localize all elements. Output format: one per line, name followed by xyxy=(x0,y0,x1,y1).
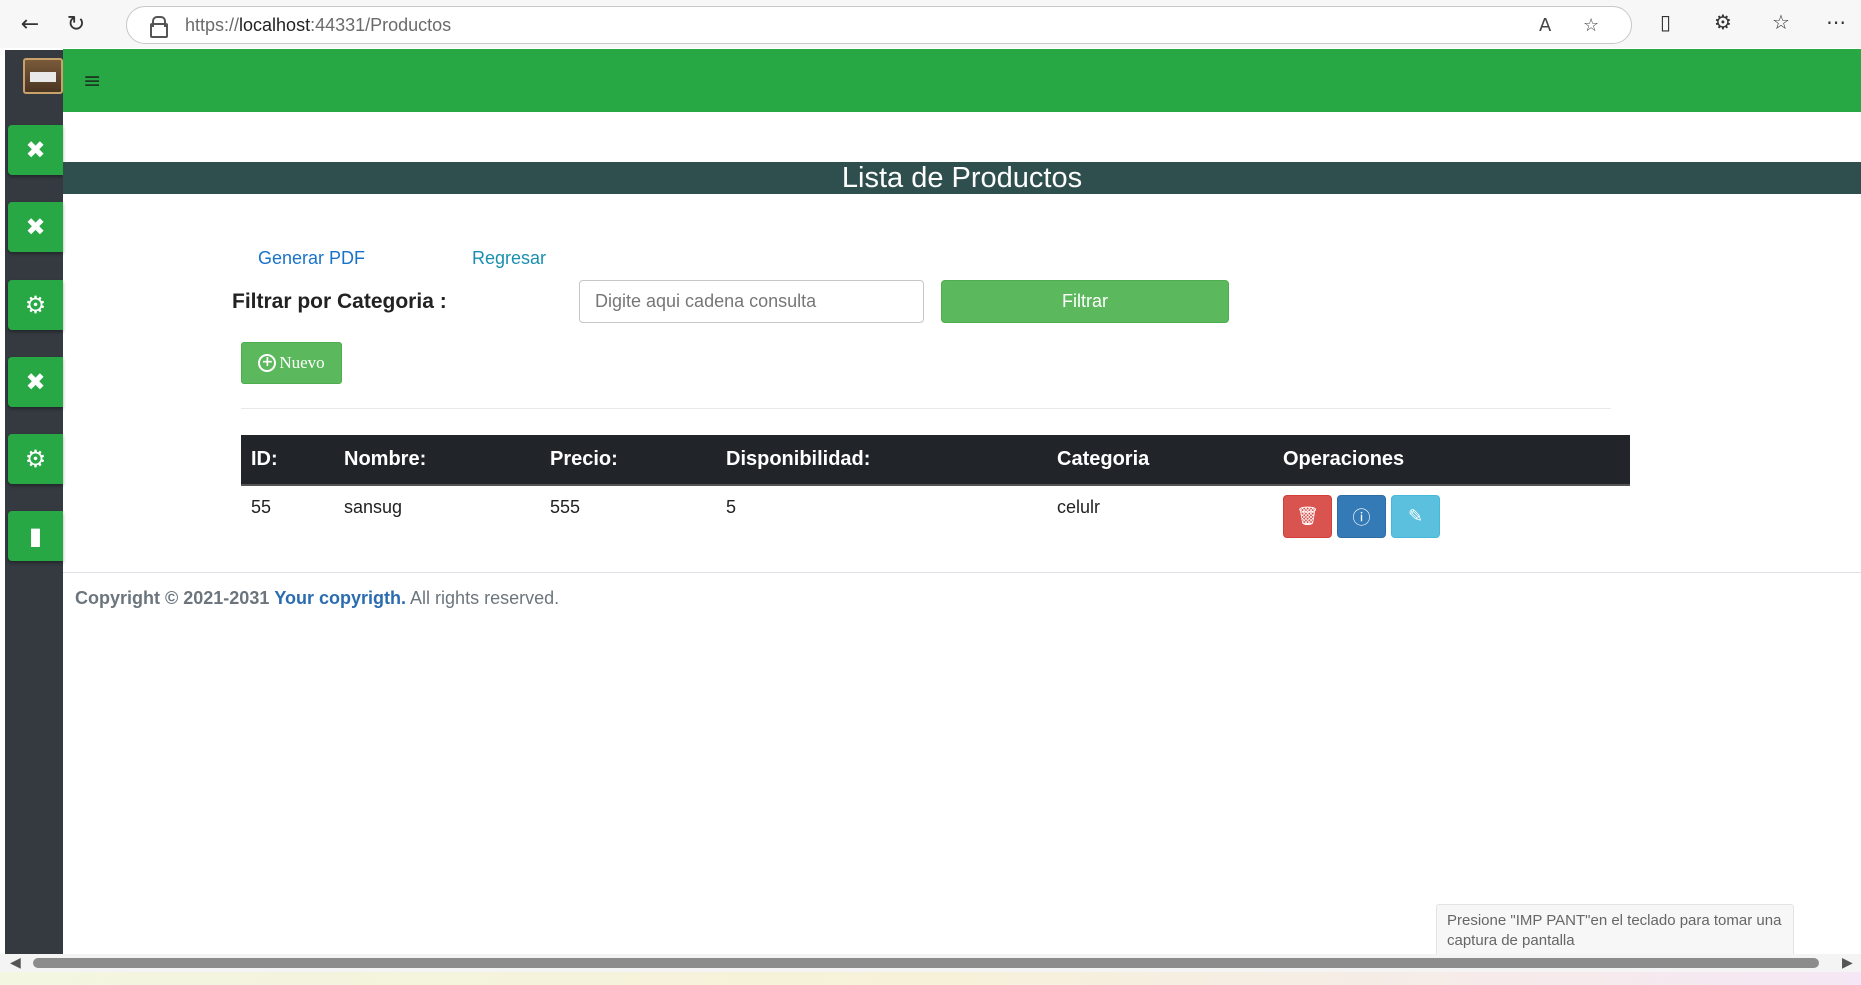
horizontal-scrollbar[interactable]: ◀ ▶ xyxy=(0,954,1861,972)
cell-id: 55 xyxy=(251,497,272,517)
new-product-button[interactable]: + Nuevo xyxy=(241,342,342,384)
trash-icon: 🗑 xyxy=(1296,506,1319,527)
top-navbar: ≡ xyxy=(63,49,1861,112)
scroll-right-icon[interactable]: ▶ xyxy=(1842,955,1853,971)
divider xyxy=(241,408,1611,409)
app-logo[interactable] xyxy=(23,58,63,94)
details-button[interactable]: ⓘ xyxy=(1337,495,1386,538)
generate-pdf-link[interactable]: Generar PDF xyxy=(258,248,365,269)
user-gear-icon: ⚙ xyxy=(24,445,47,473)
cell-operaciones: 🗑 ⓘ ✎ xyxy=(1273,485,1630,543)
scrollbar-thumb[interactable] xyxy=(33,958,1819,968)
url-text[interactable]: https://localhost:44331/Productos xyxy=(185,15,451,36)
new-button-label: Nuevo xyxy=(279,353,325,372)
pencil-icon: ✎ xyxy=(1407,506,1424,527)
favorites-icon[interactable]: ☆ xyxy=(1772,10,1790,34)
lock-icon[interactable] xyxy=(149,16,168,38)
header-precio: Precio: xyxy=(540,435,716,486)
header-nombre: Nombre: xyxy=(334,435,540,486)
sidebar-item-users-1[interactable]: ⚙ xyxy=(8,280,63,330)
copyright-link[interactable]: Your copyrigth. xyxy=(274,588,406,608)
address-bar[interactable]: https://localhost:44331/Productos A ☆ xyxy=(126,6,1632,44)
sidebar-item-users-2[interactable]: ⚙ xyxy=(8,434,63,484)
header-disponibilidad: Disponibilidad: xyxy=(716,435,1047,486)
extensions-icon[interactable]: ⚙ xyxy=(1714,10,1732,34)
tools-icon: ✖ xyxy=(25,368,46,396)
table-header-row: ID: Nombre: Precio: Disponibilidad: Cate… xyxy=(241,435,1630,486)
rights-text: All rights reserved. xyxy=(410,588,560,608)
favorite-star-icon[interactable]: ☆ xyxy=(1583,15,1599,36)
header-id: ID: xyxy=(241,435,334,486)
sidebar-item-tools-3[interactable]: ✖ xyxy=(8,357,63,407)
screenshot-hint-toast: Presione "IMP PANT"en el teclado para to… xyxy=(1436,904,1794,958)
phone-icon[interactable]: ▯ xyxy=(1660,10,1671,34)
tools-icon: ✖ xyxy=(25,213,46,241)
menu-toggle-icon[interactable]: ≡ xyxy=(83,69,101,94)
scroll-left-icon[interactable]: ◀ xyxy=(10,955,21,971)
header-operaciones: Operaciones xyxy=(1273,435,1630,486)
filter-label: Filtrar por Categoria : xyxy=(232,290,447,313)
footer: Copyright © 2021-2031 Your copyrigth. Al… xyxy=(75,588,559,609)
sidebar-item-tools-1[interactable]: ✖ xyxy=(8,125,63,175)
table-row: 55 sansug 555 5 celulr 🗑 ⓘ ✎ xyxy=(241,485,1630,543)
back-link[interactable]: Regresar xyxy=(472,248,546,269)
browser-toolbar: ← ↻ https://localhost:44331/Productos A … xyxy=(0,0,1861,48)
cell-nombre: sansug xyxy=(344,497,403,517)
info-icon: ⓘ xyxy=(1352,507,1371,529)
refresh-icon[interactable]: ↻ xyxy=(60,8,92,40)
taskbar-strip xyxy=(0,972,1861,985)
delete-button[interactable]: 🗑 xyxy=(1283,495,1332,538)
cell-categoria: celulr xyxy=(1057,497,1101,517)
footer-divider xyxy=(63,572,1861,573)
page-title: Lista de Productos xyxy=(63,162,1861,194)
sidebar-item-fitness[interactable]: ▮ xyxy=(8,511,63,561)
cell-disponibilidad: 5 xyxy=(726,497,737,517)
filter-input[interactable] xyxy=(579,280,924,323)
more-icon[interactable]: ⋯ xyxy=(1826,10,1846,34)
filter-button[interactable]: Filtrar xyxy=(941,280,1229,323)
read-aloud-icon[interactable]: A xyxy=(1539,15,1551,36)
plus-circle-icon: + xyxy=(258,354,277,372)
dumbbell-icon: ▮ xyxy=(28,522,43,550)
edit-button[interactable]: ✎ xyxy=(1391,495,1440,538)
sidebar xyxy=(5,50,63,954)
copyright-text: Copyright © 2021-2031 xyxy=(75,588,270,608)
cell-precio: 555 xyxy=(550,497,581,517)
back-icon[interactable]: ← xyxy=(14,8,46,40)
products-table: ID: Nombre: Precio: Disponibilidad: Cate… xyxy=(241,435,1630,543)
user-gear-icon: ⚙ xyxy=(24,291,47,319)
tools-icon: ✖ xyxy=(25,136,46,164)
header-categoria: Categoria xyxy=(1047,435,1273,486)
sidebar-item-tools-2[interactable]: ✖ xyxy=(8,202,63,252)
